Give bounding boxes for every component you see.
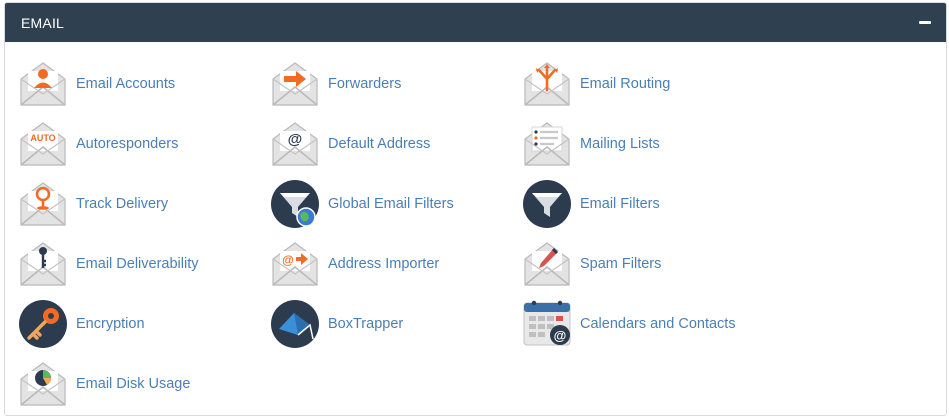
import-envelope-icon: @ [270, 239, 320, 289]
forward-arrow-envelope-icon [270, 59, 320, 109]
minus-icon[interactable] [918, 16, 932, 30]
global-email-filters-link[interactable]: Global Email Filters [270, 174, 522, 234]
item-label: Email Routing [580, 76, 671, 92]
item-label: Spam Filters [580, 256, 662, 272]
routing-envelope-icon [522, 59, 572, 109]
calendars-and-contacts-link[interactable]: @ Calendars and Contacts [522, 294, 774, 354]
location-pin-envelope-icon [18, 179, 68, 229]
svg-text:@: @ [554, 328, 567, 343]
item-label: Autoresponders [76, 136, 179, 152]
mailing-lists-link[interactable]: Mailing Lists [522, 114, 774, 174]
default-address-link[interactable]: @ Default Address [270, 114, 522, 174]
calendar-icon: @ [522, 299, 572, 349]
forwarders-link[interactable]: Forwarders [270, 54, 522, 114]
pen-envelope-icon [522, 239, 572, 289]
item-label: Global Email Filters [328, 196, 454, 212]
item-label: Email Disk Usage [76, 376, 191, 392]
list-envelope-icon [522, 119, 572, 169]
item-label: Email Deliverability [76, 256, 199, 272]
spam-filters-link[interactable]: Spam Filters [522, 234, 774, 294]
globe-funnel-icon [270, 179, 320, 229]
item-label: Track Delivery [76, 196, 169, 212]
autoresponders-link[interactable]: AUTO Autoresponders [18, 114, 270, 174]
email-accounts-link[interactable]: Email Accounts [18, 54, 270, 114]
address-importer-link[interactable]: @ Address Importer [270, 234, 522, 294]
panel-title: EMAIL [21, 14, 65, 31]
item-label: Email Accounts [76, 76, 176, 92]
item-label: Email Filters [580, 196, 660, 212]
pie-chart-envelope-icon [18, 359, 68, 409]
email-tools-grid: Email Accounts Forwarders Email Routing … [5, 42, 946, 414]
email-panel: EMAIL Email Accounts Forwarders Email Ro… [4, 2, 947, 416]
item-label: Encryption [76, 316, 145, 332]
email-disk-usage-link[interactable]: Email Disk Usage [18, 354, 270, 414]
box-trap-icon [270, 299, 320, 349]
panel-header[interactable]: EMAIL [5, 3, 946, 42]
item-label: Default Address [328, 136, 431, 152]
at-sign-envelope-icon: @ [270, 119, 320, 169]
item-label: BoxTrapper [328, 316, 404, 332]
email-filters-link[interactable]: Email Filters [522, 174, 774, 234]
funnel-icon [522, 179, 572, 229]
item-label: Mailing Lists [580, 136, 660, 152]
item-label: Calendars and Contacts [580, 316, 736, 332]
encryption-link[interactable]: Encryption [18, 294, 270, 354]
auto-envelope-icon: AUTO [18, 119, 68, 169]
svg-text:@: @ [282, 253, 294, 267]
boxtrapper-link[interactable]: BoxTrapper [270, 294, 522, 354]
user-envelope-icon [18, 59, 68, 109]
track-delivery-link[interactable]: Track Delivery [18, 174, 270, 234]
svg-text:@: @ [288, 131, 303, 148]
key-circle-icon [18, 299, 68, 349]
item-label: Forwarders [328, 76, 402, 92]
email-routing-link[interactable]: Email Routing [522, 54, 774, 114]
item-label: Address Importer [328, 256, 440, 272]
svg-text:AUTO: AUTO [30, 133, 55, 143]
email-deliverability-link[interactable]: Email Deliverability [18, 234, 270, 294]
key-envelope-icon [18, 239, 68, 289]
